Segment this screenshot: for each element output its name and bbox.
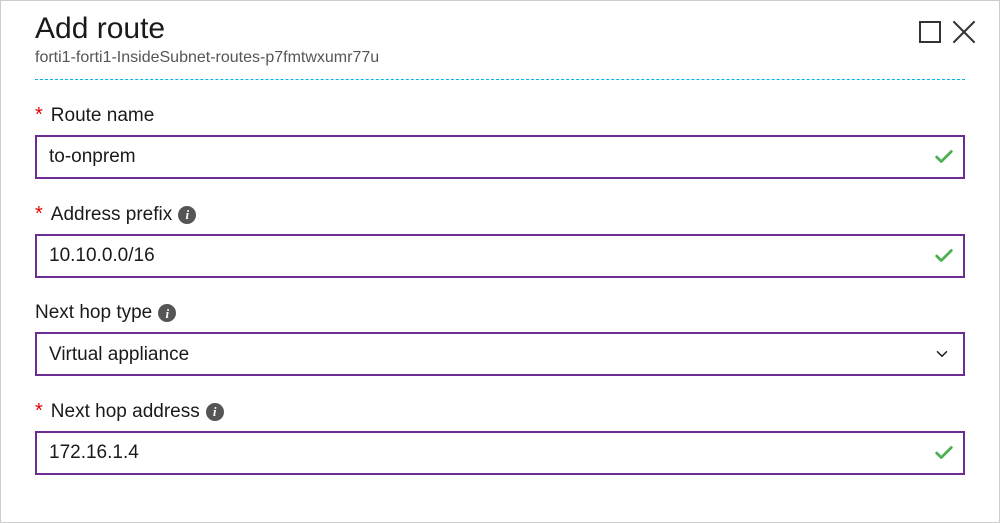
pin-icon[interactable] (919, 21, 941, 43)
divider (35, 79, 965, 80)
required-star: * (35, 104, 43, 127)
required-star: * (35, 203, 43, 226)
next-hop-address-input[interactable] (35, 431, 965, 475)
info-icon[interactable]: i (206, 403, 224, 421)
info-icon[interactable]: i (158, 304, 176, 322)
label-text: Next hop address (51, 401, 200, 423)
route-name-input-wrapper (35, 135, 965, 179)
next-hop-address-input-wrapper (35, 431, 965, 475)
close-icon[interactable] (951, 19, 977, 45)
route-name-label: * Route name (35, 104, 965, 127)
next-hop-address-label: * Next hop address i (35, 400, 965, 423)
address-prefix-input-wrapper (35, 234, 965, 278)
next-hop-type-label: Next hop type i (35, 302, 965, 324)
next-hop-address-group: * Next hop address i (35, 400, 965, 475)
next-hop-type-group: Next hop type i Virtual appliance (35, 302, 965, 376)
route-name-group: * Route name (35, 104, 965, 179)
label-text: Address prefix (51, 204, 172, 226)
label-text: Route name (51, 105, 155, 127)
header-actions (919, 19, 977, 45)
info-icon[interactable]: i (178, 206, 196, 224)
next-hop-type-select-wrapper: Virtual appliance (35, 332, 965, 376)
page-subtitle: forti1-forti1-InsideSubnet-routes-p7fmtw… (35, 49, 965, 67)
blade-header: Add route forti1-forti1-InsideSubnet-rou… (35, 11, 965, 79)
next-hop-type-select[interactable]: Virtual appliance (35, 332, 965, 376)
route-name-input[interactable] (35, 135, 965, 179)
label-text: Next hop type (35, 302, 152, 324)
required-star: * (35, 400, 43, 423)
page-title: Add route (35, 11, 965, 47)
address-prefix-input[interactable] (35, 234, 965, 278)
address-prefix-label: * Address prefix i (35, 203, 965, 226)
address-prefix-group: * Address prefix i (35, 203, 965, 278)
